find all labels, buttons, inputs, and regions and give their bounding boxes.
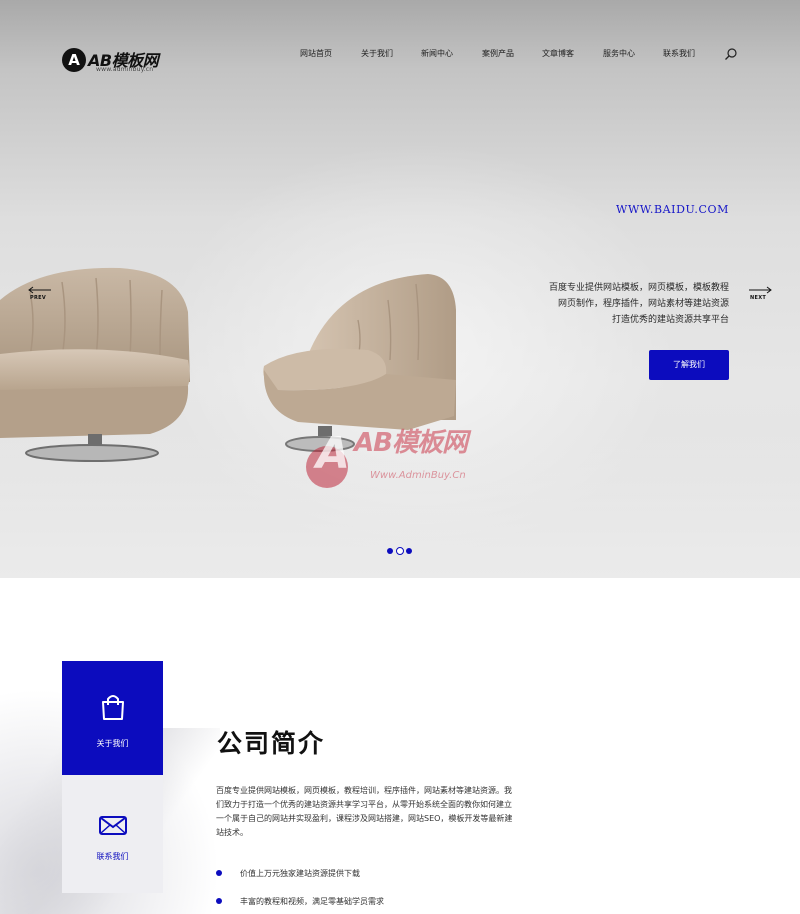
slider-dot-1[interactable]	[387, 548, 393, 554]
feature-list: 价值上万元独家建站资源提供下载 丰富的教程和视频，满足零基础学员需求	[216, 868, 516, 914]
hero-url: WWW.BAIDU.COM	[616, 203, 729, 216]
arrow-right-icon	[749, 286, 772, 294]
slider-dots	[387, 547, 417, 555]
nav-item-service[interactable]: 服务中心	[603, 48, 635, 59]
list-item: 价值上万元独家建站资源提供下载	[216, 868, 516, 896]
arrow-left-icon	[28, 286, 51, 294]
about-section: 关于我们 联系我们 公司简介 百度专业提供网站模板，网页模板，教程培训，程序插件…	[0, 578, 800, 914]
slider-dot-3[interactable]	[406, 548, 412, 554]
watermark-mark: A	[316, 428, 351, 479]
watermark-logo: A AB模板网 Www.AdminBuy.Cn	[306, 420, 506, 496]
list-item-text: 丰富的教程和视频，满足零基础学员需求	[240, 897, 384, 906]
hero-desc-line: 打造优秀的建站资源共享平台	[611, 315, 729, 325]
about-us-tile-label: 关于我们	[96, 739, 129, 748]
hero-banner: A AB模板网 www.adminbuy.cn 网站首页 关于我们 新闻中心 案…	[0, 0, 800, 578]
about-us-tile[interactable]: 关于我们	[62, 661, 163, 775]
logo-subtext: www.adminbuy.cn	[96, 66, 154, 73]
nav-item-blog[interactable]: 文章博客	[542, 48, 574, 59]
hero-desc-line: 百度专业提供网站模板，网页模板，模板教程	[548, 283, 729, 293]
list-item-text: 价值上万元独家建站资源提供下载	[240, 869, 360, 878]
nav-item-home[interactable]: 网站首页	[300, 48, 332, 59]
watermark-subtext: Www.AdminBuy.Cn	[370, 470, 466, 481]
search-icon[interactable]	[724, 47, 738, 61]
site-logo[interactable]: A AB模板网 www.adminbuy.cn	[62, 46, 182, 76]
slider-next-button[interactable]: NEXT	[748, 286, 772, 304]
envelope-icon	[99, 816, 127, 835]
prev-label: PREV	[30, 295, 46, 301]
bullet-dot-icon	[216, 870, 222, 876]
nav-item-contact[interactable]: 联系我们	[663, 48, 695, 59]
next-label: NEXT	[750, 295, 767, 301]
watermark-text: AB模板网	[354, 428, 468, 458]
list-item: 丰富的教程和视频，满足零基础学员需求	[216, 896, 516, 914]
logo-mark-icon: A	[62, 48, 86, 72]
about-body-text: 百度专业提供网站模板，网页模板，教程培训，程序插件，网站素材等建站资源。我们致力…	[216, 786, 513, 837]
about-title: 公司简介	[217, 729, 326, 758]
slider-dot-2[interactable]	[396, 547, 404, 555]
slider-prev-button[interactable]: PREV	[28, 286, 52, 304]
shopping-bag-icon	[102, 695, 124, 720]
hero-desc-line: 网页制作，程序插件，网站素材等建站资源	[557, 299, 729, 309]
nav-item-cases[interactable]: 案例产品	[482, 48, 514, 59]
hero-description: 百度专业提供网站模板，网页模板，模板教程 网页制作，程序插件，网站素材等建站资源…	[469, 280, 729, 328]
learn-more-button[interactable]: 了解我们	[649, 350, 729, 380]
nav-item-news[interactable]: 新闻中心	[421, 48, 453, 59]
bullet-dot-icon	[216, 898, 222, 904]
nav-item-about[interactable]: 关于我们	[361, 48, 393, 59]
contact-us-tile[interactable]: 联系我们	[62, 775, 163, 893]
contact-us-tile-label: 联系我们	[96, 852, 129, 861]
